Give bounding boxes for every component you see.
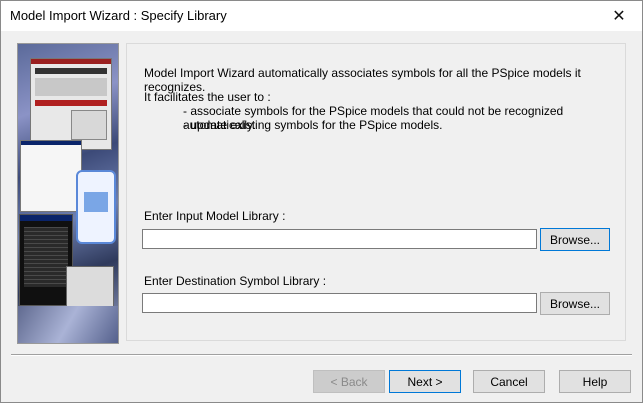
screenshot-collage-1 bbox=[30, 58, 112, 150]
wizard-window: Model Import Wizard : Specify Library ✕ … bbox=[0, 0, 643, 403]
help-button[interactable]: Help bbox=[559, 370, 631, 393]
screenshot-collage-5 bbox=[66, 266, 114, 308]
screenshot-collage-4 bbox=[19, 214, 73, 306]
back-button[interactable]: < Back bbox=[313, 370, 385, 393]
facilitates-text: It facilitates the user to : bbox=[144, 90, 271, 104]
input-browse-button[interactable]: Browse... bbox=[540, 228, 610, 251]
bullet-item: - update existing symbols for the PSpice… bbox=[183, 118, 443, 132]
content-panel: Model Import Wizard automatically associ… bbox=[126, 43, 626, 341]
title-bar: Model Import Wizard : Specify Library ✕ bbox=[1, 1, 642, 31]
footer-divider bbox=[11, 354, 632, 356]
next-button[interactable]: Next > bbox=[389, 370, 461, 393]
input-model-library-field[interactable] bbox=[142, 229, 537, 249]
close-icon: ✕ bbox=[612, 8, 626, 25]
screenshot-collage-2 bbox=[20, 140, 82, 212]
destination-symbol-library-label: Enter Destination Symbol Library : bbox=[144, 274, 327, 288]
input-model-library-label: Enter Input Model Library : bbox=[144, 209, 286, 223]
close-button[interactable]: ✕ bbox=[596, 1, 642, 31]
cancel-button[interactable]: Cancel bbox=[473, 370, 545, 393]
destination-browse-button[interactable]: Browse... bbox=[540, 292, 610, 315]
screenshot-collage-6 bbox=[18, 306, 118, 343]
window-title: Model Import Wizard : Specify Library bbox=[10, 8, 227, 23]
wizard-side-image bbox=[17, 43, 119, 344]
screenshot-collage-3 bbox=[76, 170, 116, 244]
destination-symbol-library-field[interactable] bbox=[142, 293, 537, 313]
